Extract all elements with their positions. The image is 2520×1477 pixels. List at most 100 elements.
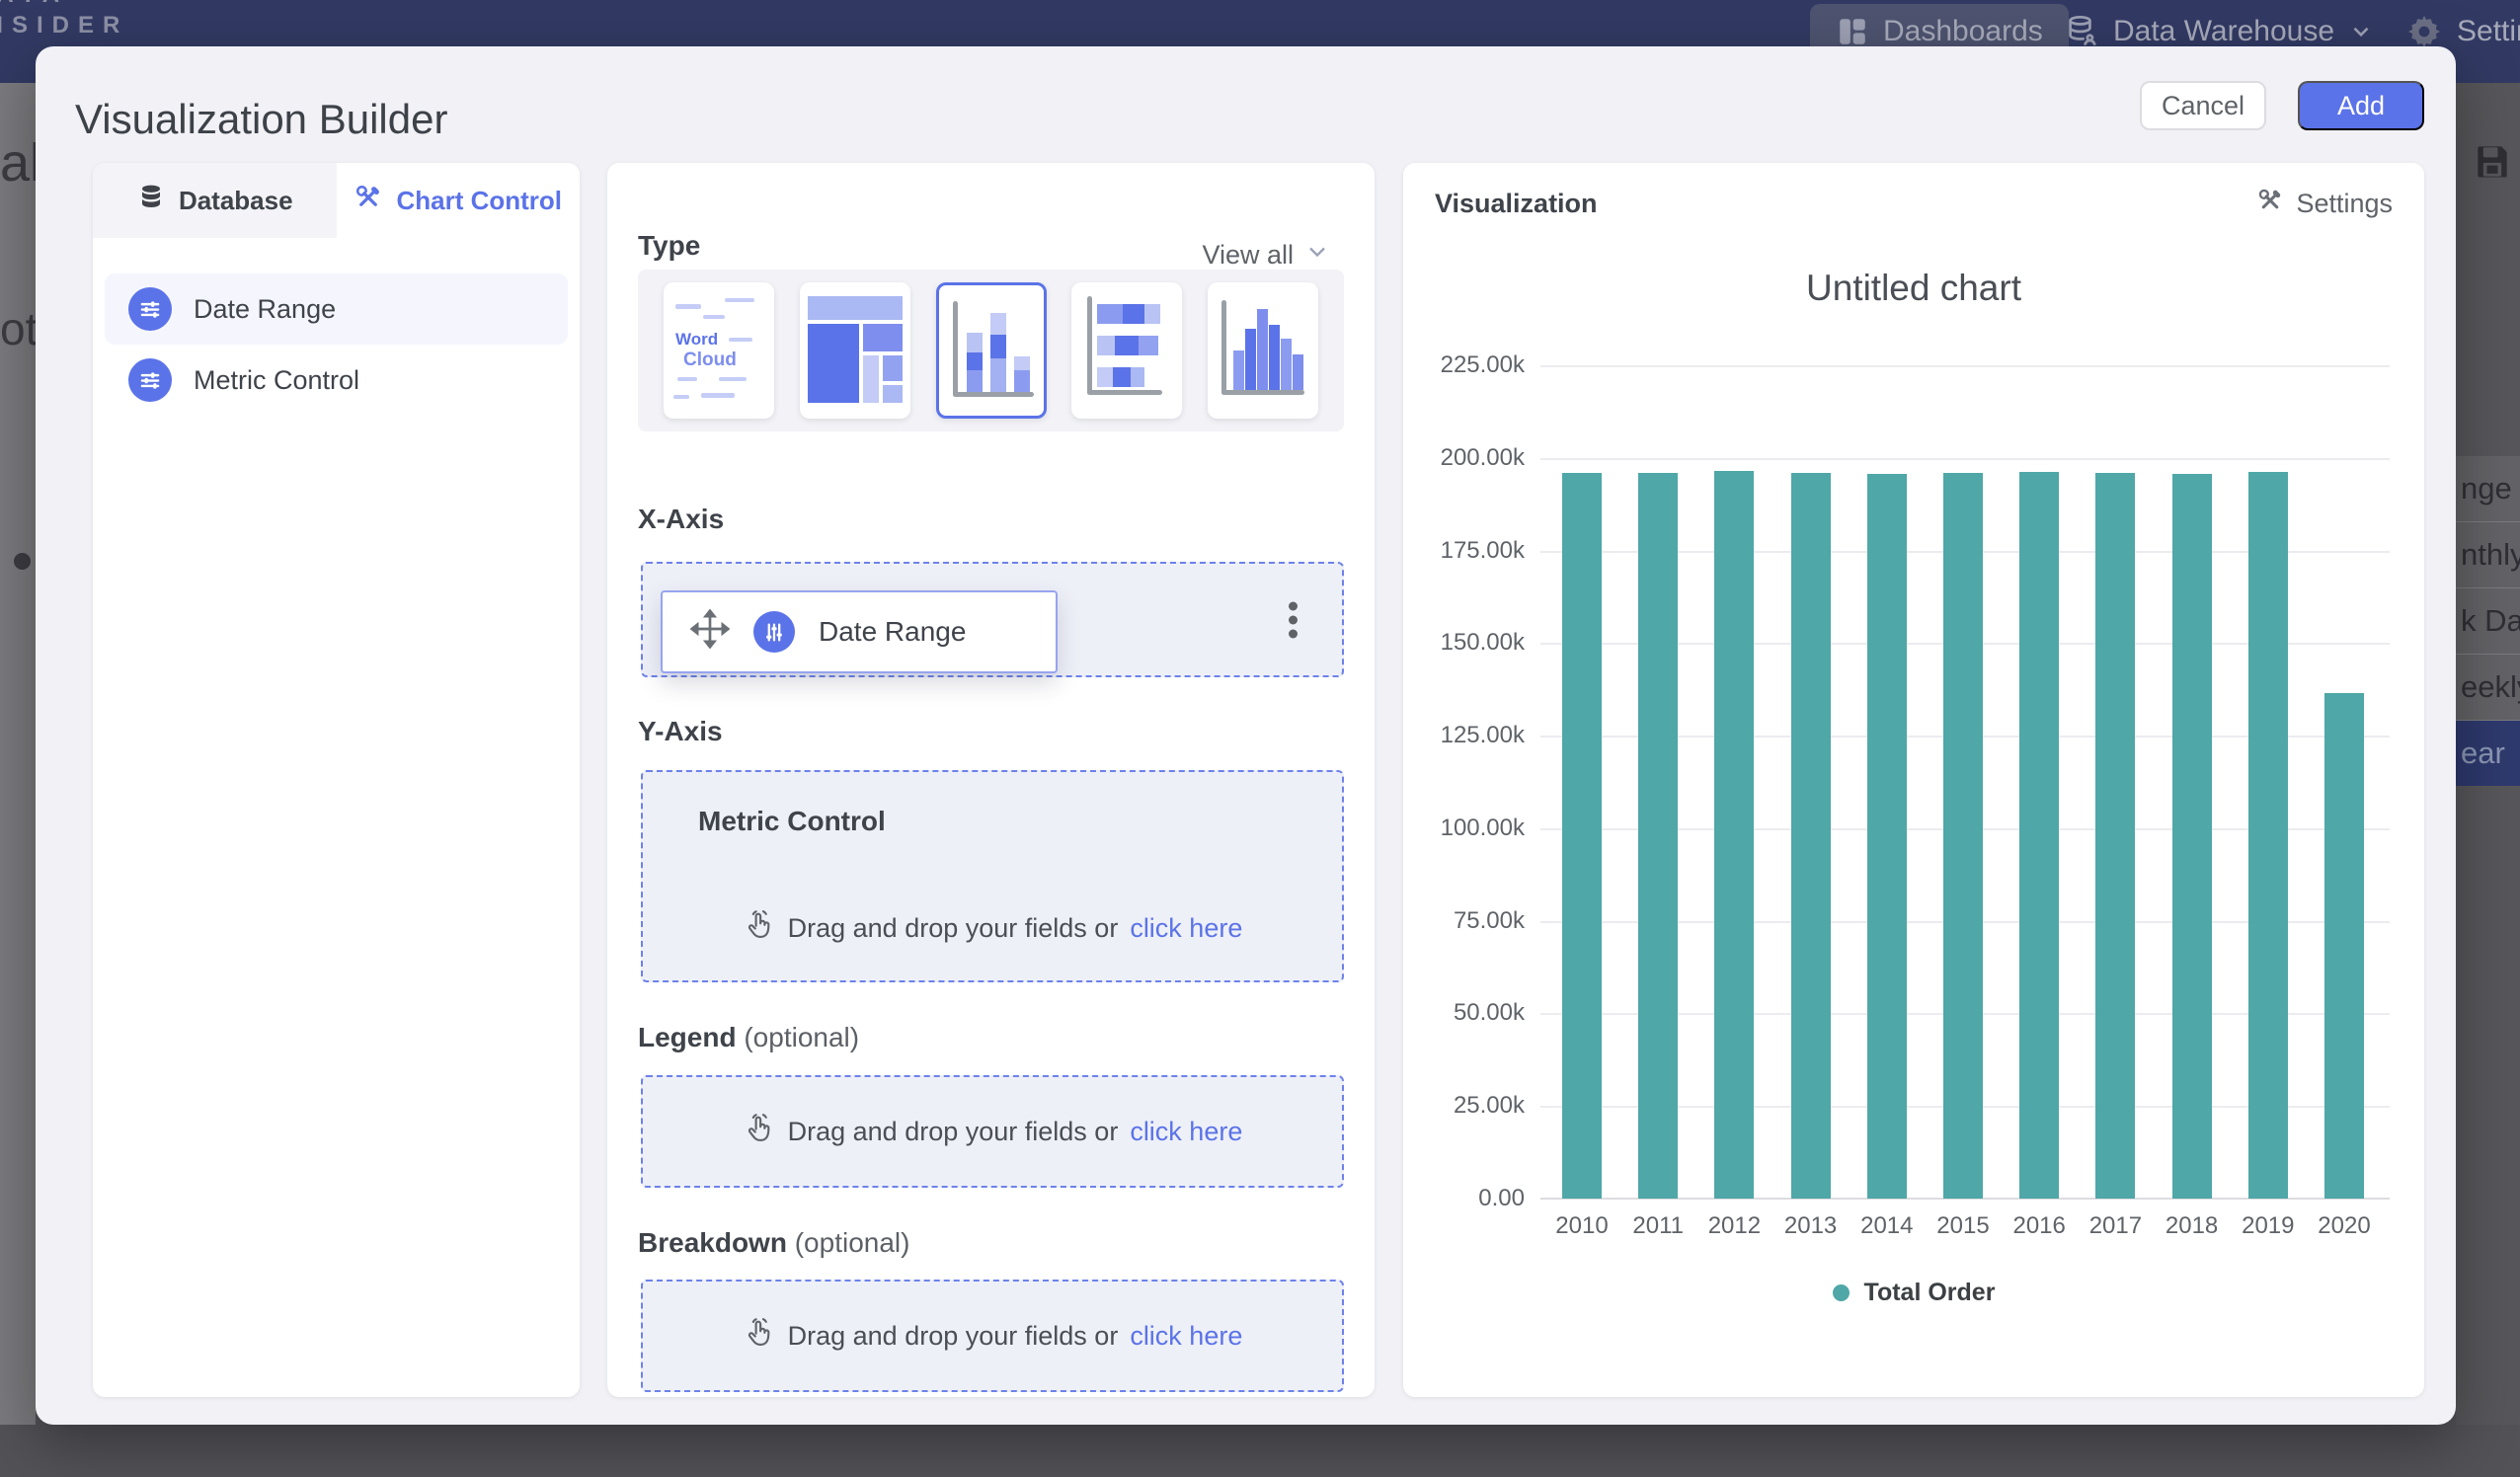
- click-here-link[interactable]: click here: [1130, 1321, 1242, 1352]
- chart-title: Untitled chart: [1403, 268, 2424, 309]
- y-axis-label: Y-Axis: [638, 716, 723, 747]
- bar-2017[interactable]: [2095, 473, 2135, 1199]
- y-axis-tick-label: 100.00k: [1441, 815, 1525, 842]
- background-bullet: [14, 553, 31, 570]
- bar-2010[interactable]: [1562, 473, 1602, 1199]
- settings-label: Settings: [2296, 189, 2393, 219]
- x-axis-tick-label: 2010: [1547, 1212, 1616, 1240]
- chart-type-strip: Word Cloud: [638, 270, 1344, 431]
- chevron-down-icon: [2348, 19, 2374, 44]
- field-label: Date Range: [194, 294, 336, 325]
- dragged-field-date-range[interactable]: Date Range: [661, 590, 1058, 673]
- background-menu-item: eekly: [2456, 655, 2520, 721]
- breakdown-dropzone[interactable]: Drag and drop your fields or click here: [641, 1280, 1344, 1392]
- save-icon: [2471, 139, 2514, 188]
- tab-label: Database: [179, 186, 293, 216]
- x-axis-tick-label: 2020: [2310, 1212, 2379, 1240]
- gridline: [1540, 365, 2390, 367]
- y-axis-dropzone[interactable]: Metric Control Drag and drop your fields…: [641, 770, 1344, 982]
- background-menu-item: nge: [2456, 456, 2520, 522]
- tune-icon: [753, 611, 795, 653]
- x-axis-tick-label: 2017: [2081, 1212, 2150, 1240]
- tune-icon: [128, 287, 172, 331]
- y-axis-tick-label: 200.00k: [1441, 444, 1525, 472]
- field-item-date-range[interactable]: Date Range: [105, 273, 568, 345]
- tap-hand-icon: [743, 908, 776, 949]
- tap-hand-icon: [743, 1316, 776, 1357]
- view-all-dropdown[interactable]: View all: [1202, 238, 1331, 272]
- click-here-link[interactable]: click here: [1130, 913, 1242, 944]
- drop-hint-text: Drag and drop your fields or: [788, 913, 1119, 944]
- tools-icon: [2256, 187, 2284, 221]
- modal-title: Visualization Builder: [75, 96, 447, 143]
- chart-legend[interactable]: Total Order: [1403, 1279, 2424, 1307]
- tab-chart-control[interactable]: Chart Control: [337, 163, 581, 238]
- app-logo: DATA INSIDER: [0, 0, 128, 40]
- bar-2018[interactable]: [2172, 474, 2212, 1199]
- warehouse-icon: [2064, 14, 2099, 49]
- field-item-metric-control[interactable]: Metric Control: [105, 345, 568, 416]
- chart-type-histogram[interactable]: [1208, 282, 1318, 419]
- bg-menu: ngenthlyk Dateeeklyear: [2456, 456, 2520, 786]
- view-all-label: View all: [1202, 240, 1294, 271]
- x-axis-tick-label: 2014: [1852, 1212, 1922, 1240]
- kebab-menu-icon[interactable]: [1289, 596, 1299, 643]
- type-label: Type: [638, 230, 700, 262]
- x-axis-tick-label: 2013: [1776, 1212, 1846, 1240]
- bar-2013[interactable]: [1791, 473, 1831, 1199]
- x-axis-tick-label: 2018: [2158, 1212, 2227, 1240]
- visualization-builder-modal: Visualization Builder Cancel Add Databas…: [36, 46, 2456, 1425]
- gridline: [1540, 458, 2390, 460]
- tools-icon: [354, 183, 383, 219]
- drop-hint-text: Drag and drop your fields or: [788, 1321, 1119, 1352]
- field-label: Metric Control: [194, 365, 359, 396]
- nav-label: Dashboards: [1883, 15, 2043, 48]
- bar-2019[interactable]: [2248, 472, 2288, 1199]
- chart-type-stacked-column[interactable]: [936, 282, 1047, 419]
- bar-2015[interactable]: [1943, 473, 1983, 1199]
- tab-label: Chart Control: [396, 186, 562, 216]
- bar-2020[interactable]: [2324, 693, 2364, 1199]
- y-axis-tick-label: 225.00k: [1441, 351, 1525, 379]
- settings-button[interactable]: Settings: [2256, 187, 2393, 221]
- bar-2011[interactable]: [1638, 473, 1678, 1199]
- legend-label: Total Order: [1864, 1279, 1996, 1307]
- y-axis-tick-label: 25.00k: [1454, 1092, 1525, 1120]
- x-axis-tick-label: 2012: [1699, 1212, 1769, 1240]
- screen: DATA INSIDER Dashboards Data Warehouse: [0, 0, 2520, 1477]
- database-icon: [136, 183, 166, 219]
- background-text-fragment: al: [0, 132, 36, 194]
- click-here-link[interactable]: click here: [1130, 1117, 1242, 1147]
- x-axis-label: X-Axis: [638, 504, 724, 535]
- background-menu-item: ear: [2456, 721, 2520, 786]
- bar-2016[interactable]: [2019, 472, 2059, 1199]
- visualization-panel: Visualization Settings Untitled chart 22…: [1403, 163, 2424, 1397]
- y-axis-tick-label: 0.00: [1478, 1185, 1525, 1212]
- background-menu-item: k Date: [2456, 588, 2520, 655]
- chart-type-word-cloud[interactable]: Word Cloud: [664, 282, 774, 419]
- bar-2012[interactable]: [1714, 471, 1754, 1199]
- tab-database[interactable]: Database: [93, 163, 337, 238]
- gear-icon: [2405, 13, 2443, 50]
- chevron-down-icon: [1303, 238, 1331, 272]
- x-axis-tick-label: 2011: [1623, 1212, 1693, 1240]
- cancel-button[interactable]: Cancel: [2140, 81, 2266, 130]
- add-button[interactable]: Add: [2298, 81, 2424, 130]
- metric-control-title: Metric Control: [698, 806, 886, 837]
- x-axis-tick-label: 2015: [1929, 1212, 1998, 1240]
- tune-icon: [128, 358, 172, 402]
- y-axis-tick-label: 75.00k: [1454, 907, 1525, 935]
- legend-dropzone[interactable]: Drag and drop your fields or click here: [641, 1075, 1344, 1188]
- dragged-field-label: Date Range: [819, 616, 966, 648]
- chart-type-treemap[interactable]: [800, 282, 910, 419]
- chart-type-stacked-bar[interactable]: [1071, 282, 1182, 419]
- y-axis-tick-label: 50.00k: [1454, 999, 1525, 1027]
- background-left-content: al ota: [0, 83, 36, 1425]
- x-axis-tick-label: 2016: [2005, 1212, 2074, 1240]
- move-icon: [690, 609, 730, 656]
- y-axis-tick-label: 125.00k: [1441, 722, 1525, 749]
- y-axis-tick-label: 150.00k: [1441, 629, 1525, 657]
- nav-label: Data Warehouse: [2113, 15, 2334, 48]
- bar-2014[interactable]: [1867, 474, 1907, 1199]
- visualization-header: Visualization: [1435, 189, 1598, 219]
